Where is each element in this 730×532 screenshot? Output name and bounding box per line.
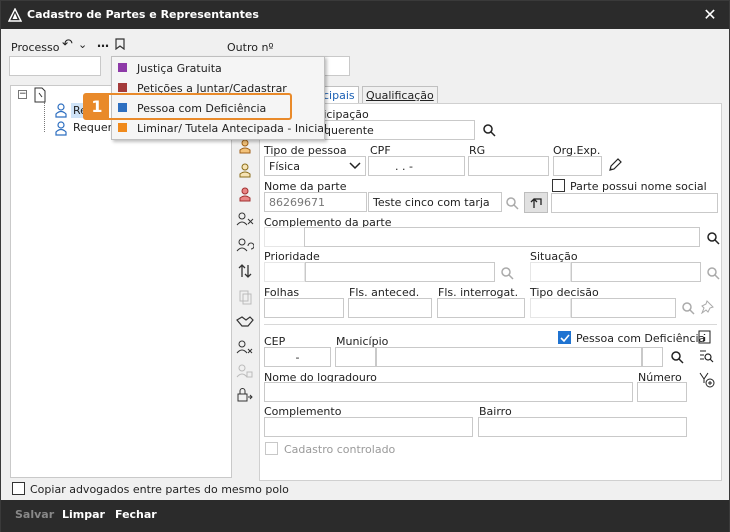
- bookmark-icon[interactable]: [114, 38, 126, 50]
- menu-item-label: Justiça Gratuita: [137, 62, 222, 75]
- arrow-up-corner-icon: [530, 198, 542, 208]
- rg-input[interactable]: [468, 156, 549, 176]
- copiar-advogados-label: Copiar advogados entre partes do mesmo p…: [30, 483, 289, 496]
- callout-badge: 1: [85, 95, 109, 118]
- menu-item-liminar[interactable]: Liminar/ Tutela Antecipada - Inicial: [112, 118, 328, 138]
- more-icon[interactable]: …: [97, 36, 109, 50]
- address-search-icon[interactable]: [698, 348, 714, 364]
- nome-parte-input[interactable]: Teste cinco com tarja: [368, 192, 502, 212]
- complemento-parte-input[interactable]: [304, 227, 700, 247]
- tab-qualificacao-label: Qualificação: [366, 89, 434, 102]
- representative-disabled-icon: [236, 364, 253, 378]
- parties-tree: − Re Requere: [10, 85, 232, 478]
- section-divider: [264, 324, 717, 325]
- municipio-uf-input[interactable]: [642, 347, 663, 367]
- person-delete-icon[interactable]: [236, 211, 254, 227]
- cadastro-controlado-label: Cadastro controlado: [284, 443, 396, 456]
- tipo-pessoa-value: Física: [269, 160, 300, 173]
- tipo-pessoa-select[interactable]: Física: [264, 156, 366, 176]
- processo-label: Processo: [11, 41, 60, 54]
- cadastro-controlado-checkbox: [265, 442, 278, 455]
- lock-person-icon[interactable]: [236, 387, 254, 403]
- cep-input[interactable]: -: [264, 347, 331, 367]
- tool-column: [233, 137, 257, 481]
- title-bar: Cadastro de Partes e Representantes ✕: [1, 1, 729, 29]
- nome-social-label: Parte possui nome social: [570, 180, 707, 193]
- person-remove-icon[interactable]: [237, 185, 253, 203]
- orgexp-input[interactable]: [553, 156, 602, 176]
- color-swatch: [118, 83, 127, 92]
- search-icon[interactable]: [706, 266, 720, 280]
- dialog-window: Cadastro de Partes e Representantes ✕ Pr…: [0, 0, 730, 532]
- tipo-decisao-input[interactable]: [571, 298, 676, 318]
- copy-disabled-icon: [239, 290, 252, 305]
- person-swap-icon[interactable]: [236, 237, 254, 253]
- menu-item-label: Liminar/ Tutela Antecipada - Inicial: [137, 122, 328, 135]
- info-document-icon[interactable]: [698, 330, 711, 344]
- bottom-bar: Salvar Limpar Fechar: [1, 500, 729, 532]
- tree-connector: [44, 102, 45, 132]
- cpf-input[interactable]: . . -: [368, 156, 465, 176]
- pessoa-deficiencia-checkbox[interactable]: [558, 331, 571, 344]
- prioridade-input[interactable]: [305, 262, 495, 282]
- close-icon[interactable]: ✕: [691, 1, 729, 29]
- person-representative-icon[interactable]: [237, 161, 253, 179]
- search-icon[interactable]: [482, 123, 496, 137]
- outro-numero-label: Outro nº: [227, 41, 274, 54]
- salvar-button[interactable]: Salvar: [15, 508, 54, 521]
- nome-social-input[interactable]: [551, 193, 718, 213]
- callout-highlight: [83, 93, 292, 120]
- limpar-button[interactable]: Limpar: [62, 508, 105, 521]
- folhas-input[interactable]: [264, 298, 344, 318]
- bairro-input[interactable]: [478, 417, 687, 437]
- pin-icon: [701, 300, 714, 314]
- representative-delete-icon[interactable]: [236, 339, 254, 355]
- handshake-icon[interactable]: [236, 315, 254, 329]
- search-icon[interactable]: [500, 266, 514, 280]
- fls-interrogat-input[interactable]: [437, 298, 525, 318]
- participacao-input[interactable]: querente: [319, 120, 475, 140]
- nome-social-checkbox[interactable]: [552, 179, 565, 192]
- checkmark-icon: [560, 334, 570, 343]
- color-swatch: [118, 123, 127, 132]
- menu-item-justica-gratuita[interactable]: Justiça Gratuita: [112, 58, 324, 78]
- nome-parte-action-button[interactable]: [524, 192, 548, 213]
- municipio-code-input[interactable]: [335, 347, 376, 367]
- fechar-button[interactable]: Fechar: [115, 508, 157, 521]
- window-title: Cadastro de Partes e Representantes: [27, 8, 259, 21]
- document-icon: [34, 87, 46, 103]
- search-icon[interactable]: [505, 196, 519, 210]
- municipio-input[interactable]: [376, 347, 642, 367]
- pencil-icon[interactable]: [607, 157, 623, 173]
- prioridade-code-input[interactable]: [264, 262, 305, 282]
- chevron-down-icon[interactable]: ⌄: [78, 38, 87, 51]
- situacao-input[interactable]: [571, 262, 701, 282]
- search-icon[interactable]: [681, 301, 695, 315]
- situacao-code-input[interactable]: [530, 262, 571, 282]
- numero-input[interactable]: [637, 382, 687, 402]
- nome-parte-code-input[interactable]: 86269671: [264, 192, 367, 212]
- app-logo-icon: [8, 8, 22, 22]
- pessoa-deficiencia-label: Pessoa com Deficiência: [576, 332, 706, 345]
- processo-input[interactable]: [9, 56, 101, 76]
- search-icon[interactable]: [706, 231, 720, 245]
- copiar-advogados-checkbox[interactable]: [12, 482, 25, 495]
- tree-collapse-icon[interactable]: −: [18, 90, 27, 99]
- fls-anteced-input[interactable]: [348, 298, 432, 318]
- add-address-icon[interactable]: [698, 371, 716, 389]
- tab-qualificacao[interactable]: Qualificação: [362, 86, 438, 103]
- person-icon: [55, 121, 67, 136]
- move-up-down-icon[interactable]: [237, 263, 253, 279]
- complemento-parte-code-input[interactable]: [264, 227, 305, 247]
- logradouro-input[interactable]: [264, 382, 633, 402]
- tipo-decisao-code-input[interactable]: [530, 298, 571, 318]
- chevron-down-icon: [349, 162, 361, 170]
- search-icon[interactable]: [670, 350, 684, 364]
- undo-icon[interactable]: ↶: [62, 37, 73, 52]
- color-swatch: [118, 63, 127, 72]
- person-icon: [55, 103, 67, 118]
- complemento-input[interactable]: [264, 417, 473, 437]
